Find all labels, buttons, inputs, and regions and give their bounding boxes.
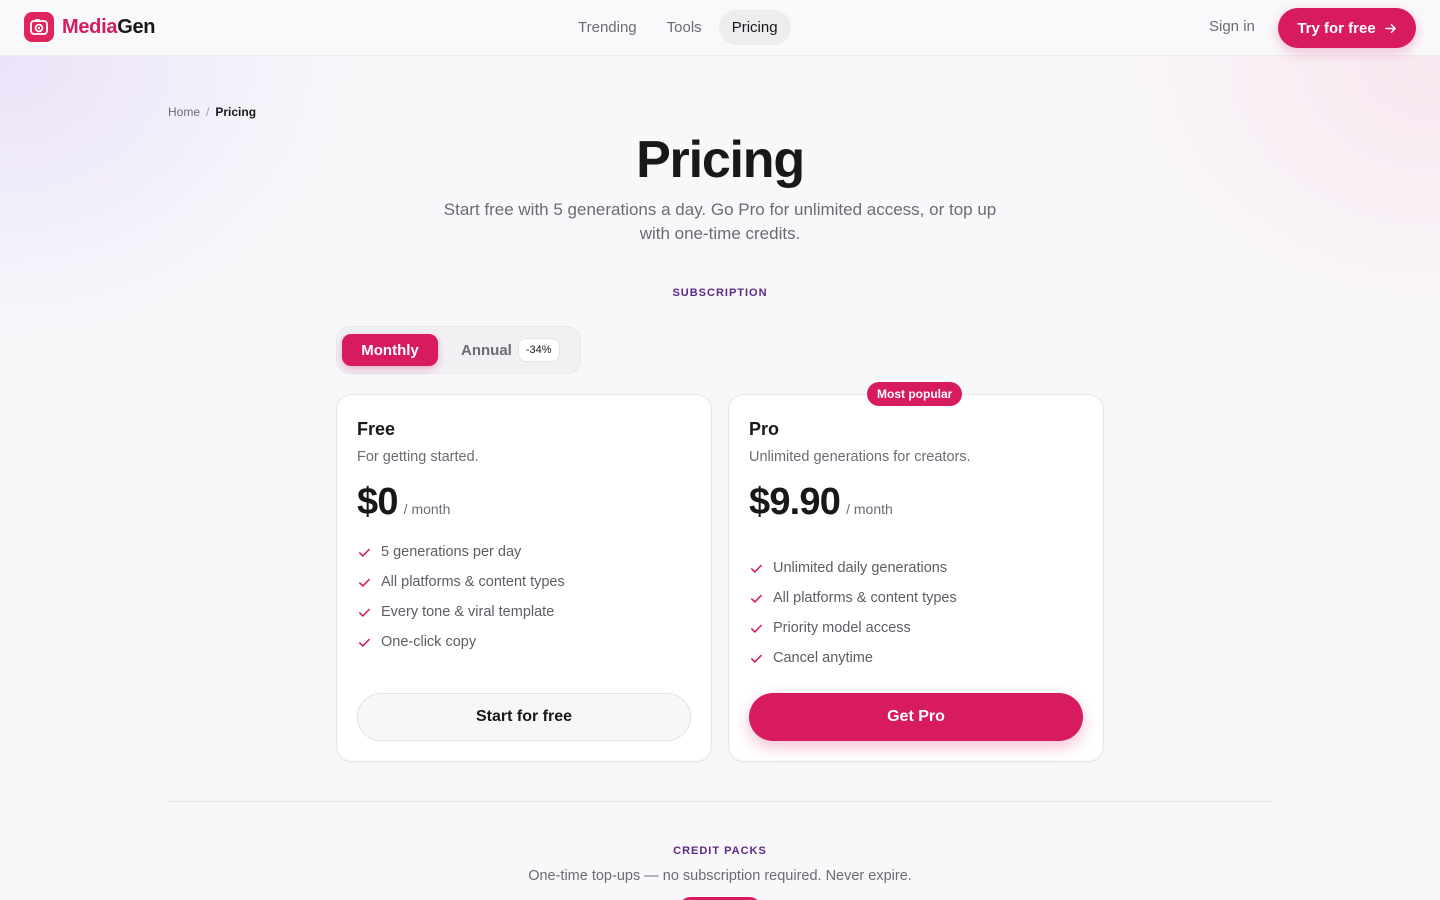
breadcrumb: Home / Pricing	[168, 105, 256, 119]
start-for-free-button[interactable]: Start for free	[357, 693, 691, 741]
plan-feature: One-click copy	[357, 627, 565, 657]
arrow-right-icon	[1384, 23, 1396, 33]
brand-name-part2: Gen	[117, 15, 156, 38]
breadcrumb-home-link[interactable]: Home	[168, 105, 200, 119]
plan-feature-text: Every tone & viral template	[381, 604, 555, 620]
camera-icon	[24, 12, 54, 42]
plan-name: Pro	[749, 419, 780, 439]
plan-feature-text: Cancel anytime	[773, 650, 873, 666]
check-icon	[359, 548, 370, 557]
brand-name-part1: Media	[62, 15, 118, 38]
credit-packs-section-label: CREDIT PACKS	[673, 845, 767, 857]
nav-item-tools[interactable]: Tools	[654, 10, 715, 45]
annual-discount-badge: -34%	[517, 338, 560, 362]
plan-feature: Priority model access	[749, 613, 957, 643]
get-pro-button[interactable]: Get Pro	[749, 693, 1083, 741]
subscription-section-label: SUBSCRIPTION	[672, 287, 768, 299]
plan-feature-text: Unlimited daily generations	[773, 560, 948, 576]
plan-price: $0	[357, 481, 398, 523]
free-plan-card: Free For getting started. $0 / month 5 g…	[336, 394, 712, 762]
check-icon	[751, 594, 762, 603]
plan-description: For getting started.	[357, 449, 479, 465]
breadcrumb-separator: /	[206, 105, 210, 119]
plan-feature-text: One-click copy	[381, 634, 477, 650]
nav-item-trending[interactable]: Trending	[565, 10, 650, 45]
plan-price: $9.90	[749, 481, 841, 523]
plan-name: Free	[357, 419, 396, 439]
try-for-free-label: Try for free	[1297, 19, 1376, 37]
plan-feature: All platforms & content types	[749, 583, 957, 613]
plan-feature-list: Unlimited daily generations All platform…	[749, 553, 957, 673]
plan-feature: All platforms & content types	[357, 567, 565, 597]
annual-toggle-option[interactable]: Annual -34%	[461, 334, 560, 366]
brand-name: MediaGen	[62, 16, 155, 39]
plan-feature: Cancel anytime	[749, 643, 957, 673]
sign-in-link[interactable]: Sign in	[1209, 18, 1255, 35]
plan-period: / month	[403, 501, 451, 517]
plan-feature: 5 generations per day	[357, 537, 565, 567]
check-icon	[751, 654, 762, 663]
top-navigation-bar: MediaGen Trending Tools Pricing Sign in …	[0, 0, 1440, 56]
plan-description: Unlimited generations for creators.	[749, 449, 971, 465]
plan-price-row: $0 / month	[357, 481, 450, 524]
annual-label: Annual	[461, 341, 512, 359]
main-nav: Trending Tools Pricing	[565, 10, 791, 45]
pro-plan-card: Pro Unlimited generations for creators. …	[728, 394, 1104, 762]
plan-feature-text: Priority model access	[773, 620, 911, 636]
check-icon	[751, 564, 762, 573]
plan-feature-text: 5 generations per day	[381, 544, 522, 560]
page-subtitle: Start free with 5 generations a day. Go …	[443, 200, 997, 243]
pricing-page: Home / Pricing Pricing Start free with 5…	[0, 56, 1440, 900]
most-popular-badge: Most popular	[867, 382, 963, 406]
plan-period: / month	[846, 501, 893, 517]
brand-logo-link[interactable]: MediaGen	[24, 12, 155, 42]
try-for-free-button[interactable]: Try for free	[1278, 8, 1416, 48]
plan-feature-list: 5 generations per day All platforms & co…	[357, 537, 565, 657]
page-title: Pricing	[636, 131, 805, 189]
monthly-toggle-option[interactable]: Monthly	[342, 334, 438, 366]
check-icon	[359, 638, 370, 647]
plan-price-row: $9.90 / month	[749, 481, 893, 524]
plan-feature-text: All platforms & content types	[773, 590, 957, 606]
check-icon	[359, 578, 370, 587]
billing-period-toggle: Monthly Annual -34%	[336, 326, 581, 374]
plan-feature: Every tone & viral template	[357, 597, 565, 627]
section-divider	[168, 801, 1272, 802]
check-icon	[359, 608, 370, 617]
breadcrumb-current: Pricing	[215, 105, 257, 119]
check-icon	[751, 624, 762, 633]
plan-feature: Unlimited daily generations	[749, 553, 957, 583]
credit-packs-description: One-time top-ups — no subscription requi…	[528, 868, 912, 884]
plan-feature-text: All platforms & content types	[381, 574, 565, 590]
nav-item-pricing[interactable]: Pricing	[718, 10, 791, 45]
